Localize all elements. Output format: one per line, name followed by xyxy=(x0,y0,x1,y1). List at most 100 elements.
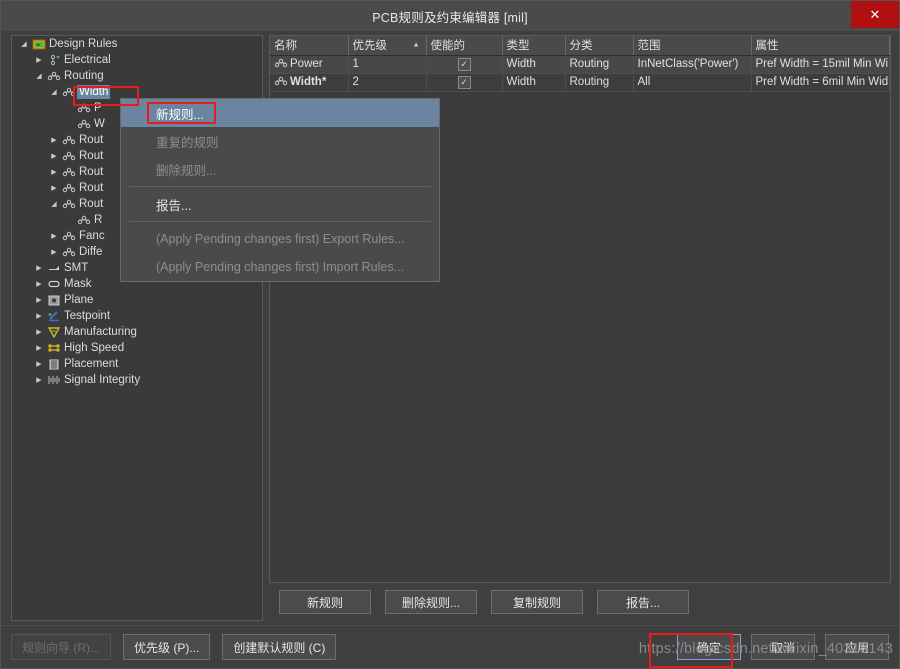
chevron-right-icon[interactable]: ▶ xyxy=(33,376,45,384)
cell-rule-name[interactable]: Width* xyxy=(270,73,349,92)
footer-right-button-0[interactable]: 确定 xyxy=(677,634,741,660)
table-row[interactable]: Width* 2 ✓ Width Routing All Pref Width = 6mil… xyxy=(270,73,890,92)
column-header-label: 分类 xyxy=(569,40,593,53)
chevron-right-icon[interactable]: ▶ xyxy=(33,56,45,64)
chevron-right-icon[interactable]: ▶ xyxy=(33,296,45,304)
placement-icon xyxy=(45,358,62,370)
rule-name-label: Power xyxy=(290,58,323,70)
tree-item-label: Rout xyxy=(79,150,104,162)
cell-attributes[interactable]: Pref Width = 15mil Min Wi xyxy=(751,55,890,74)
cell-enabled: ✓ xyxy=(426,73,503,92)
tree-item-plane[interactable]: ▶ Plane xyxy=(12,292,262,308)
cell-priority[interactable]: 2 xyxy=(348,73,427,92)
sort-ascending-icon: ▲ xyxy=(412,41,420,49)
chevron-right-icon[interactable]: ▶ xyxy=(48,136,60,144)
chevron-right-icon[interactable]: ▶ xyxy=(33,264,45,272)
context-menu-item-4: (Apply Pending changes first) Export Rul… xyxy=(156,232,405,246)
chevron-right-icon[interactable]: ▶ xyxy=(33,360,45,368)
cell-category[interactable]: Routing xyxy=(565,55,634,74)
tree-item-label: P xyxy=(94,102,102,114)
menu-separator xyxy=(129,186,431,187)
chevron-right-icon[interactable]: ▶ xyxy=(48,168,60,176)
tree-item-testpoint[interactable]: ▶ Testpoint xyxy=(12,308,262,324)
routing-icon xyxy=(274,75,288,90)
enabled-checkbox[interactable]: ✓ xyxy=(457,57,471,71)
grid-button-0[interactable]: 新规则 xyxy=(279,590,371,614)
table-row[interactable]: Power 1 ✓ Width Routing InNetClass('Power') Pr… xyxy=(270,55,890,74)
routing-icon xyxy=(45,70,62,82)
column-header-0[interactable]: 名称 xyxy=(270,36,349,56)
high-speed-icon xyxy=(45,342,62,354)
routing-icon xyxy=(75,102,92,114)
cell-priority[interactable]: 1 xyxy=(348,55,427,74)
footer-left-button-1[interactable]: 优先级 (P)... xyxy=(123,634,211,660)
mask-icon xyxy=(45,278,62,290)
chevron-right-icon[interactable]: ▶ xyxy=(33,312,45,320)
tree-item-manufacturing[interactable]: ▶ Manufacturing xyxy=(12,324,262,340)
testpoint-icon xyxy=(45,310,62,322)
tree-item-label: R xyxy=(94,214,103,226)
chevron-right-icon[interactable]: ▶ xyxy=(48,232,60,240)
footer-right-button-2[interactable]: 应用 xyxy=(825,634,889,660)
rule-name-label: Width* xyxy=(290,76,327,88)
routing-icon xyxy=(60,166,77,178)
rules-table: 名称 优先级 ▲ 使能的 类型 分类 范围 属性 Power 1 ✓ Width Routing InN… xyxy=(270,36,890,92)
column-header-2[interactable]: 使能的 xyxy=(426,36,503,56)
close-icon[interactable]: ✕ xyxy=(851,1,899,28)
cell-attributes[interactable]: Pref Width = 6mil Min Wid xyxy=(751,73,890,92)
tree-item-design-rules[interactable]: ◢ ≡ Design Rules xyxy=(12,36,262,52)
dialog-footer: 规则向导 (R)... 优先级 (P)... 创建默认规则 (C) 确定 取消 应用 xyxy=(1,625,899,668)
routing-icon xyxy=(75,214,92,226)
chevron-right-icon[interactable]: ▶ xyxy=(48,152,60,160)
column-header-label: 名称 xyxy=(274,40,297,53)
tree-item-placement[interactable]: ▶ Placement xyxy=(12,356,262,372)
column-header-label: 优先级 xyxy=(352,40,388,53)
footer-right-buttons: 确定 取消 应用 xyxy=(677,634,889,660)
context-menu-item-3[interactable]: 报告... xyxy=(121,190,439,218)
enabled-checkbox[interactable]: ✓ xyxy=(457,75,471,89)
context-menu[interactable]: 新规则... 重复的规则 删除规则... 报告... (Apply Pending ch… xyxy=(120,98,440,282)
cell-type[interactable]: Width xyxy=(502,55,566,74)
routing-icon xyxy=(60,86,77,98)
electrical-icon xyxy=(45,54,62,66)
tree-item-routing[interactable]: ◢ Routing xyxy=(12,68,262,84)
chevron-right-icon[interactable]: ▶ xyxy=(48,248,60,256)
context-menu-item-0[interactable]: 新规则... xyxy=(121,99,439,127)
chevron-right-icon[interactable]: ▶ xyxy=(48,184,60,192)
chevron-down-icon[interactable]: ◢ xyxy=(33,72,45,80)
grid-action-buttons: 新规则 删除规则... 复制规则 报告... xyxy=(269,583,891,621)
manufacturing-icon xyxy=(45,326,62,338)
tree-item-label: Testpoint xyxy=(64,310,111,322)
chevron-down-icon[interactable]: ◢ xyxy=(48,88,60,96)
tree-item-high-speed[interactable]: ▶ High Speed xyxy=(12,340,262,356)
column-header-3[interactable]: 类型 xyxy=(502,36,566,56)
column-header-6[interactable]: 属性 xyxy=(751,36,890,56)
chevron-down-icon[interactable]: ◢ xyxy=(18,40,30,48)
chevron-right-icon[interactable]: ▶ xyxy=(33,344,45,352)
cell-scope[interactable]: InNetClass('Power') xyxy=(633,55,752,74)
tree-item-signal-integrity[interactable]: ▶ Signal Integrity xyxy=(12,372,262,388)
grid-button-1[interactable]: 删除规则... xyxy=(385,590,477,614)
footer-right-button-1[interactable]: 取消 xyxy=(751,634,815,660)
chevron-down-icon[interactable]: ◢ xyxy=(48,200,60,208)
tree-item-label: Rout xyxy=(79,134,104,146)
cell-rule-name[interactable]: Power xyxy=(270,55,349,74)
tree-item-label: Design Rules xyxy=(49,38,118,50)
chevron-right-icon[interactable]: ▶ xyxy=(33,328,45,336)
footer-left-button-2[interactable]: 创建默认规则 (C) xyxy=(222,634,337,660)
grid-button-2[interactable]: 复制规则 xyxy=(491,590,583,614)
chevron-right-icon[interactable]: ▶ xyxy=(33,280,45,288)
grid-button-3[interactable]: 报告... xyxy=(597,590,689,614)
context-menu-item-1: 重复的规则 xyxy=(156,135,219,150)
window-title: PCB规则及约束编辑器 [mil] xyxy=(372,10,528,25)
cell-type[interactable]: Width xyxy=(502,73,566,92)
column-header-4[interactable]: 分类 xyxy=(565,36,634,56)
tree-item-label: Rout xyxy=(79,182,104,194)
tree-item-electrical[interactable]: ▶ Electrical xyxy=(12,52,262,68)
column-header-1[interactable]: 优先级 ▲ xyxy=(348,36,427,56)
column-header-5[interactable]: 范围 xyxy=(633,36,752,56)
cell-scope[interactable]: All xyxy=(633,73,752,92)
cell-category[interactable]: Routing xyxy=(565,73,634,92)
footer-left-button-0: 规则向导 (R)... xyxy=(11,634,111,660)
routing-icon xyxy=(75,118,92,130)
